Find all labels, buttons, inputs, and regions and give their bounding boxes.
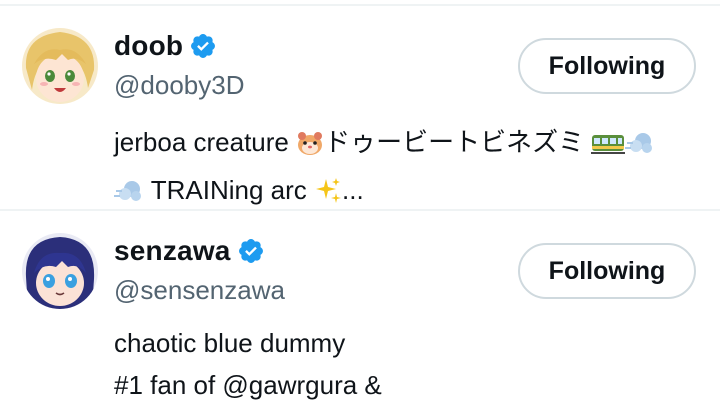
bio-line-1: jerboa creature ドゥービートビネズミ bbox=[114, 121, 655, 169]
anime-avatar-blonde-icon bbox=[22, 28, 98, 104]
anime-avatar-blue-hair-icon bbox=[22, 233, 98, 309]
user-cell-senzawa[interactable]: senzawa @sensenzawa Following chaotic bl… bbox=[0, 211, 720, 401]
name-line: doob bbox=[114, 30, 217, 62]
bio-line-2: #1 fan of @gawrgura & bbox=[114, 370, 382, 400]
user-bio: jerboa creature ドゥービートビネズミ TRAINing arc … bbox=[114, 121, 655, 217]
bio-japanese-text: ドゥービートビネズミ bbox=[324, 127, 585, 157]
bio-line-1: chaotic blue dummy bbox=[114, 328, 346, 358]
verified-badge-icon bbox=[191, 34, 216, 58]
user-handle[interactable]: @sensenzawa bbox=[114, 275, 285, 306]
dash-emoji-icon bbox=[625, 127, 655, 169]
hamster-emoji-icon bbox=[296, 127, 324, 169]
display-name[interactable]: senzawa bbox=[114, 235, 231, 267]
verified-badge-icon bbox=[238, 239, 263, 263]
bio-text: TRAINing arc bbox=[144, 175, 315, 205]
bio-ellipsis: ... bbox=[342, 175, 364, 205]
user-cell-doob[interactable]: doob @dooby3D Following jerboa creature … bbox=[0, 6, 720, 209]
display-name[interactable]: doob bbox=[114, 30, 183, 62]
train-emoji-icon bbox=[591, 127, 626, 169]
user-bio: chaotic blue dummy #1 fan of @gawrgura & bbox=[114, 322, 382, 406]
following-button[interactable]: Following bbox=[518, 243, 696, 299]
bio-text: jerboa creature bbox=[114, 127, 297, 157]
user-handle[interactable]: @dooby3D bbox=[114, 70, 244, 101]
name-line: senzawa bbox=[114, 235, 265, 267]
following-button[interactable]: Following bbox=[518, 38, 696, 94]
avatar[interactable] bbox=[22, 28, 98, 104]
avatar[interactable] bbox=[22, 233, 98, 309]
